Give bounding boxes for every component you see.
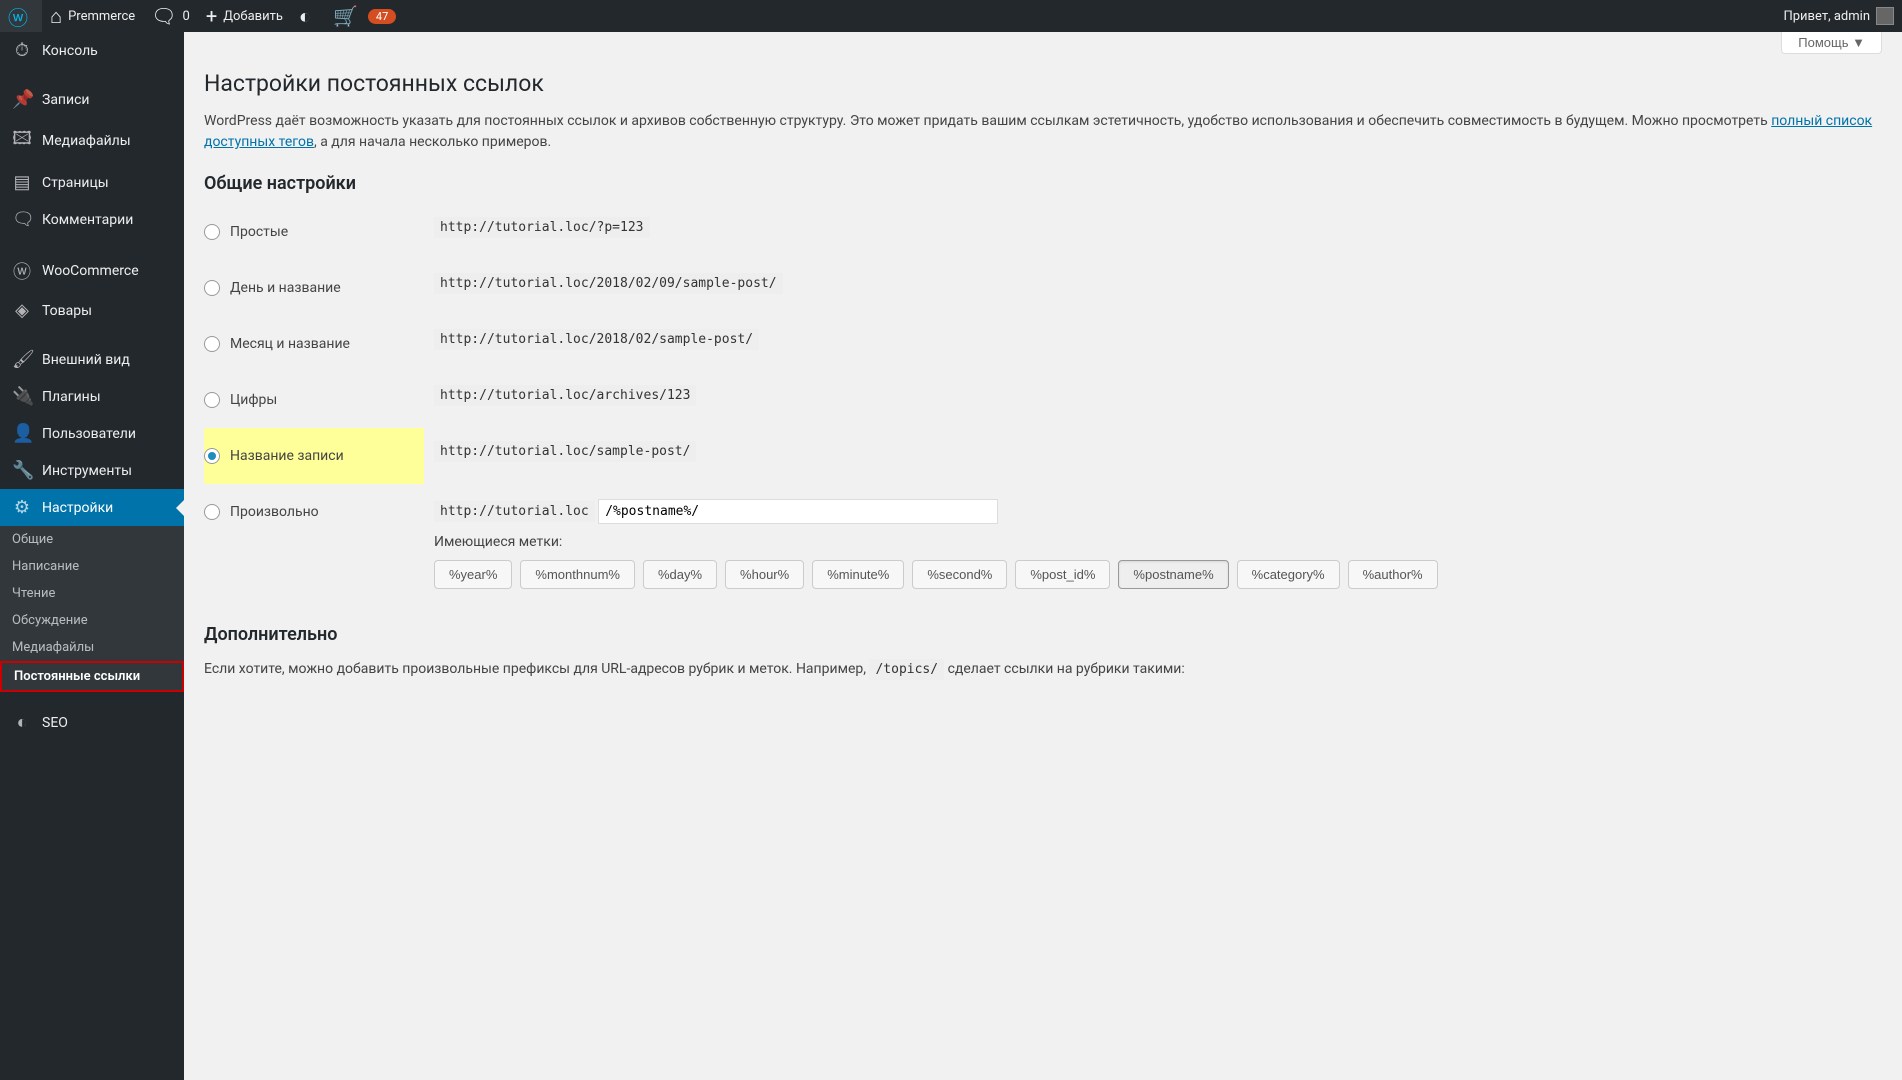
sidebar-item-products[interactable]: ◈Товары bbox=[0, 292, 184, 329]
submenu-writing[interactable]: Написание bbox=[0, 553, 184, 580]
radio-plain[interactable] bbox=[204, 224, 220, 240]
sample-numeric: http://tutorial.loc/archives/123 bbox=[434, 385, 696, 406]
greeting: Привет, admin bbox=[1783, 9, 1870, 24]
dashboard-icon: ⏱ bbox=[12, 40, 32, 61]
option-postname[interactable]: Название записи bbox=[204, 448, 414, 464]
tag-btn-author[interactable]: %author% bbox=[1348, 560, 1438, 589]
sliders-icon: ⚙ bbox=[12, 497, 32, 518]
submenu-general[interactable]: Общие bbox=[0, 526, 184, 553]
wrench-icon: 🔧 bbox=[12, 460, 32, 481]
notif-badge: 47 bbox=[368, 9, 396, 24]
wp-logo[interactable]: ⓦ bbox=[0, 0, 42, 32]
pin-icon: 📌 bbox=[12, 89, 32, 110]
common-heading: Общие настройки bbox=[204, 173, 1882, 194]
tag-btn-monthnum[interactable]: %monthnum% bbox=[520, 560, 635, 589]
option-custom[interactable]: Произвольно bbox=[204, 504, 414, 520]
radio-postname[interactable] bbox=[204, 448, 220, 464]
sidebar-item-seo[interactable]: ◐SEO bbox=[0, 704, 184, 741]
tag-btn-postname[interactable]: %postname% bbox=[1118, 560, 1228, 589]
brush-icon: 🖌 bbox=[12, 349, 32, 370]
sample-postname: http://tutorial.loc/sample-post/ bbox=[434, 441, 696, 462]
radio-custom[interactable] bbox=[204, 504, 220, 520]
page-title: Настройки постоянных ссылок bbox=[204, 54, 1882, 97]
tag-btn-year[interactable]: %year% bbox=[434, 560, 512, 589]
account-link[interactable]: Привет, admin bbox=[1775, 0, 1902, 32]
option-monthname[interactable]: Месяц и название bbox=[204, 336, 414, 352]
woo-icon: ⓦ bbox=[12, 258, 32, 284]
comment-icon: 🗨 bbox=[12, 209, 32, 230]
page-icon: ▤ bbox=[12, 172, 32, 193]
home-icon: ⌂ bbox=[50, 4, 62, 29]
site-link[interactable]: ⌂ Premmerce bbox=[42, 0, 143, 32]
admin-sidebar: ⏱Консоль 📌Записи 🖾Медиафайлы ▤Страницы 🗨… bbox=[0, 32, 184, 1080]
sample-dayname: http://tutorial.loc/2018/02/09/sample-po… bbox=[434, 273, 783, 294]
option-dayname[interactable]: День и название bbox=[204, 280, 414, 296]
sidebar-item-plugins[interactable]: 🔌Плагины bbox=[0, 378, 184, 415]
tag-btn-hour[interactable]: %hour% bbox=[725, 560, 804, 589]
submenu-permalinks[interactable]: Постоянные ссылки bbox=[0, 661, 184, 692]
comments-link[interactable]: 🗨0 bbox=[143, 0, 198, 32]
sidebar-item-posts[interactable]: 📌Записи bbox=[0, 81, 184, 118]
sidebar-item-console[interactable]: ⏱Консоль bbox=[0, 32, 184, 69]
submenu-media[interactable]: Медиафайлы bbox=[0, 634, 184, 661]
cart-link[interactable]: 🛒 47 bbox=[325, 0, 404, 32]
submenu-reading[interactable]: Чтение bbox=[0, 580, 184, 607]
user-icon: 👤 bbox=[12, 423, 32, 444]
tag-btn-post_id[interactable]: %post_id% bbox=[1015, 560, 1110, 589]
tags-label: Имеющиеся метки: bbox=[434, 534, 1872, 550]
settings-submenu: Общие Написание Чтение Обсуждение Медиаф… bbox=[0, 526, 184, 692]
main-content: Помощь ▼ Настройки постоянных ссылок Wor… bbox=[184, 32, 1902, 1080]
new-label: Добавить bbox=[223, 9, 283, 24]
option-numeric[interactable]: Цифры bbox=[204, 392, 414, 408]
new-link[interactable]: + Добавить bbox=[198, 0, 291, 32]
comment-icon: 🗨 bbox=[151, 4, 176, 28]
media-icon: 🖾 bbox=[12, 126, 32, 156]
seo-icon: ◐ bbox=[12, 712, 32, 733]
radio-dayname[interactable] bbox=[204, 280, 220, 296]
sidebar-item-woocommerce[interactable]: ⓦWooCommerce bbox=[0, 250, 184, 292]
sidebar-item-settings[interactable]: ⚙Настройки bbox=[0, 489, 184, 526]
tag-buttons: %year% %monthnum% %day% %hour% %minute% %seco… bbox=[434, 560, 1872, 589]
sidebar-item-tools[interactable]: 🔧Инструменты bbox=[0, 452, 184, 489]
yoast-link[interactable]: ◐ bbox=[291, 0, 325, 32]
product-icon: ◈ bbox=[12, 300, 32, 321]
site-name-label: Premmerce bbox=[68, 9, 135, 24]
optional-code: /topics/ bbox=[869, 659, 944, 680]
yoast-icon: ◐ bbox=[299, 4, 311, 29]
tag-btn-category[interactable]: %category% bbox=[1237, 560, 1340, 589]
avatar bbox=[1876, 7, 1894, 25]
option-plain[interactable]: Простые bbox=[204, 224, 414, 240]
submenu-discussion[interactable]: Обсуждение bbox=[0, 607, 184, 634]
tag-btn-second[interactable]: %second% bbox=[912, 560, 1007, 589]
cart-icon: 🛒 bbox=[333, 4, 358, 28]
sample-monthname: http://tutorial.loc/2018/02/sample-post/ bbox=[434, 329, 759, 350]
tag-btn-minute[interactable]: %minute% bbox=[812, 560, 904, 589]
intro-text: WordPress даёт возможность указать для п… bbox=[204, 111, 1882, 153]
sidebar-item-media[interactable]: 🖾Медиафайлы bbox=[0, 118, 184, 164]
custom-structure-input[interactable] bbox=[598, 499, 998, 524]
admin-bar: ⓦ ⌂Premmerce 🗨0 +Добавить ◐ 🛒47 Привет, … bbox=[0, 0, 1902, 32]
radio-numeric[interactable] bbox=[204, 392, 220, 408]
comments-count: 0 bbox=[183, 9, 190, 24]
radio-monthname[interactable] bbox=[204, 336, 220, 352]
plugin-icon: 🔌 bbox=[12, 386, 32, 407]
sidebar-item-users[interactable]: 👤Пользователи bbox=[0, 415, 184, 452]
help-toggle[interactable]: Помощь ▼ bbox=[1781, 32, 1882, 54]
plus-icon: + bbox=[206, 4, 217, 28]
sidebar-item-comments[interactable]: 🗨Комментарии bbox=[0, 201, 184, 238]
optional-heading: Дополнительно bbox=[204, 624, 1882, 645]
optional-text: Если хотите, можно добавить произвольные… bbox=[204, 659, 1882, 680]
sample-plain: http://tutorial.loc/?p=123 bbox=[434, 217, 650, 238]
tag-btn-day[interactable]: %day% bbox=[643, 560, 717, 589]
permalink-options-table: Простые http://tutorial.loc/?p=123 День … bbox=[204, 204, 1882, 604]
sidebar-item-pages[interactable]: ▤Страницы bbox=[0, 164, 184, 201]
custom-base: http://tutorial.loc bbox=[434, 501, 595, 522]
sidebar-item-appearance[interactable]: 🖌Внешний вид bbox=[0, 341, 184, 378]
